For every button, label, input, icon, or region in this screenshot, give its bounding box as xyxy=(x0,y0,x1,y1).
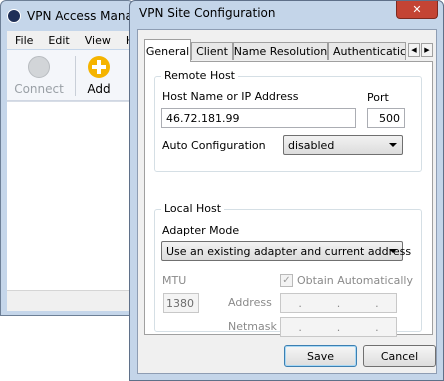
add-label: Add xyxy=(87,82,111,96)
address-label: Address xyxy=(228,296,272,309)
dialog-client-area: General Client Name Resolution Authentic… xyxy=(137,29,437,374)
menu-file[interactable]: File xyxy=(15,34,33,47)
menu-view[interactable]: View xyxy=(85,34,111,47)
auto-config-value: disabled xyxy=(288,138,335,152)
save-button[interactable]: Save xyxy=(284,345,357,367)
site-list[interactable] xyxy=(7,101,133,290)
vpn-site-configuration-dialog: VPN Site Configuration ✕ General Client … xyxy=(129,0,444,381)
local-host-title: Local Host xyxy=(161,202,225,215)
vpn-app-icon xyxy=(7,9,21,23)
toolbar: Connect Add xyxy=(7,50,133,101)
mtu-input[interactable]: 1380 xyxy=(163,293,199,313)
tab-general[interactable]: General xyxy=(144,39,191,62)
local-host-group: Local Host Adapter Mode Use an existing … xyxy=(154,202,422,337)
tab-name-resolution-label: Name Resolution xyxy=(233,45,328,58)
chevron-down-icon xyxy=(389,143,397,147)
menu-bar: File Edit View H xyxy=(7,31,133,49)
tab-scroll-left-icon[interactable]: ◀ xyxy=(408,43,420,57)
adapter-mode-value: Use an existing adapter and current addr… xyxy=(166,244,412,258)
tab-authentication-label: Authenticatic xyxy=(333,45,406,58)
adapter-mode-select[interactable]: Use an existing adapter and current addr… xyxy=(161,241,411,261)
tab-scroll-right-icon[interactable]: ▶ xyxy=(421,43,433,57)
address-input[interactable]: ... xyxy=(280,293,397,313)
tab-strip: General Client Name Resolution Authentic… xyxy=(144,39,433,62)
background-window-title: VPN Access Manag xyxy=(27,9,141,23)
tab-client[interactable]: Client xyxy=(191,42,233,60)
connect-label: Connect xyxy=(14,82,64,96)
auto-config-label: Auto Configuration xyxy=(162,139,266,152)
connect-icon xyxy=(28,56,50,78)
general-tab-page: Remote Host Host Name or IP Address Port… xyxy=(144,61,433,337)
remote-host-group: Remote Host Host Name or IP Address Port… xyxy=(154,69,422,172)
tab-name-resolution[interactable]: Name Resolution xyxy=(233,42,328,60)
remote-host-title: Remote Host xyxy=(161,69,238,82)
host-label: Host Name or IP Address xyxy=(162,90,299,103)
tab-general-label: General xyxy=(145,44,190,58)
tab-scroll-buttons: ◀ ▶ xyxy=(408,43,433,57)
background-titlebar: VPN Access Manag xyxy=(7,7,140,25)
menu-edit[interactable]: Edit xyxy=(48,34,69,47)
status-bar xyxy=(7,290,133,311)
add-icon xyxy=(88,56,110,78)
port-label: Port xyxy=(367,91,389,104)
cancel-button[interactable]: Cancel xyxy=(363,345,436,367)
auto-config-select[interactable]: disabled xyxy=(283,135,403,155)
obtain-automatically-checkbox[interactable]: ✓ Obtain Automatically xyxy=(280,274,413,287)
close-icon: ✕ xyxy=(412,3,422,16)
dialog-title: VPN Site Configuration xyxy=(139,6,276,20)
checkbox-checked-icon: ✓ xyxy=(280,274,293,287)
host-input[interactable]: 46.72.181.99 xyxy=(161,108,356,128)
connect-button[interactable]: Connect xyxy=(9,54,69,96)
netmask-input[interactable]: ... xyxy=(280,317,397,337)
adapter-mode-label: Adapter Mode xyxy=(162,224,240,237)
tab-client-label: Client xyxy=(196,45,228,58)
obtain-automatically-label: Obtain Automatically xyxy=(297,274,413,287)
netmask-label: Netmask xyxy=(228,320,277,333)
background-window[interactable]: VPN Access Manag File Edit View H Connec… xyxy=(0,0,140,316)
close-button[interactable]: ✕ xyxy=(396,1,438,19)
add-button[interactable]: Add xyxy=(69,54,129,96)
port-input[interactable]: 500 xyxy=(367,108,405,128)
chevron-down-icon xyxy=(389,249,397,253)
mtu-label: MTU xyxy=(162,274,187,287)
tab-authentication[interactable]: Authenticatic xyxy=(328,42,406,60)
